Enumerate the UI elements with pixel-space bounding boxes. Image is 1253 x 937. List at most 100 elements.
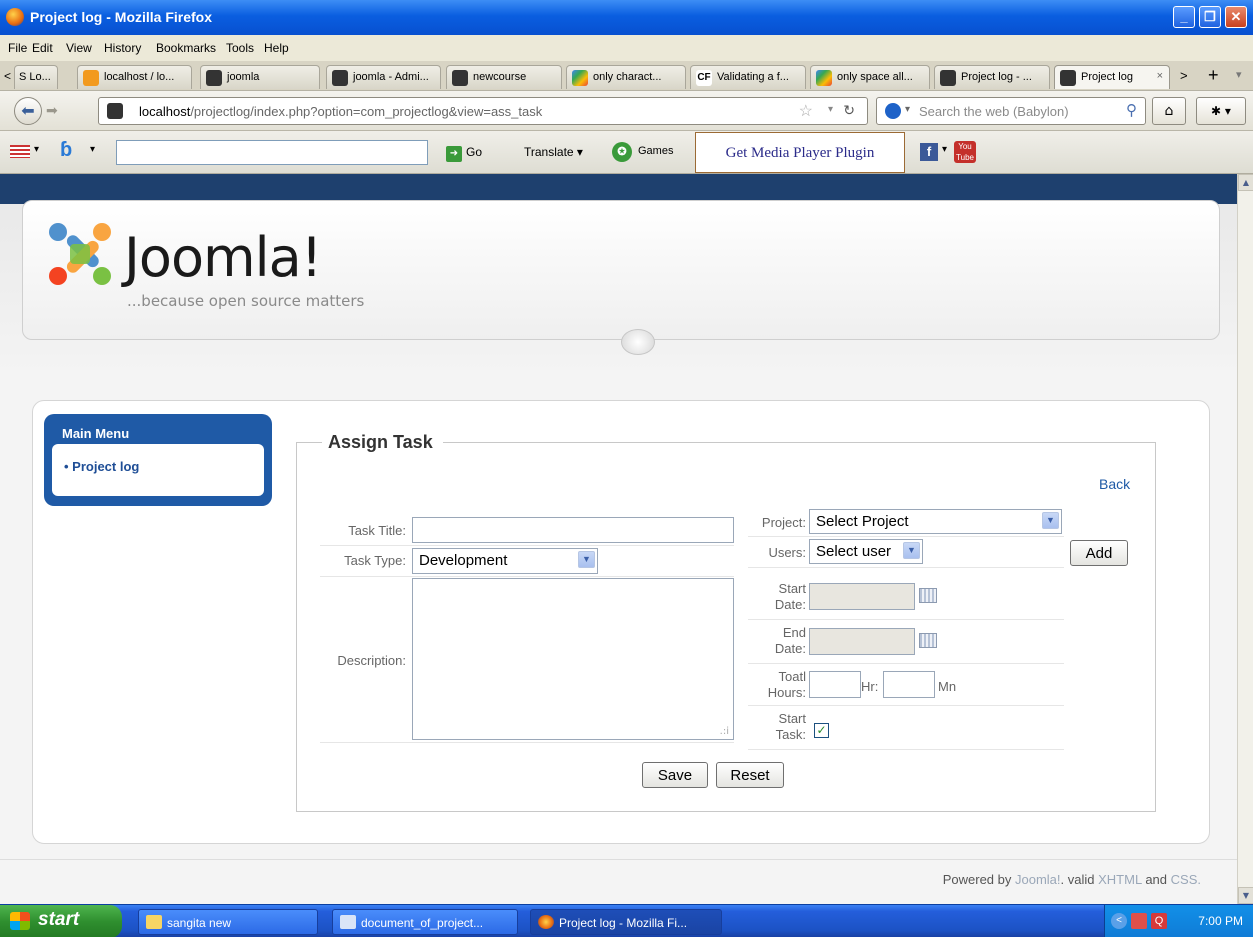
- go-button[interactable]: ➜ Go: [446, 145, 482, 162]
- windows-taskbar: start sangita new document_of_project...…: [0, 904, 1253, 937]
- chevron-down-icon: ▼: [1042, 512, 1059, 529]
- start-button[interactable]: start: [0, 905, 122, 937]
- babylon-logo-icon[interactable]: ɓ: [60, 139, 72, 162]
- menu-bar: File Edit View History Bookmarks Tools H…: [0, 35, 1253, 61]
- taskbar-item-folder[interactable]: sangita new: [138, 909, 318, 935]
- hours-input[interactable]: [809, 671, 861, 698]
- tab-bar: < S Lo... localhost / lo... joomla jooml…: [0, 61, 1253, 91]
- reset-button[interactable]: Reset: [716, 762, 784, 788]
- menu-edit[interactable]: Edit: [32, 41, 53, 55]
- back-link[interactable]: Back: [1099, 476, 1130, 492]
- toolbar-search-input[interactable]: [116, 140, 428, 165]
- vertical-scrollbar[interactable]: ▲ ▼: [1237, 174, 1253, 904]
- main-menu-title: Main Menu: [62, 426, 130, 441]
- menu-bookmarks[interactable]: Bookmarks: [156, 41, 216, 55]
- facebook-dropdown-icon[interactable]: ▾: [942, 144, 947, 155]
- close-button[interactable]: ✕: [1225, 6, 1247, 28]
- word-document-icon: [340, 915, 356, 929]
- scroll-down-icon[interactable]: ▼: [1238, 887, 1253, 904]
- tab-newcourse[interactable]: newcourse: [446, 65, 562, 89]
- addon-icon[interactable]: ✱ ▾: [1196, 97, 1246, 125]
- games-button[interactable]: Games: [638, 145, 673, 157]
- end-date-input[interactable]: [809, 628, 915, 655]
- translate-button[interactable]: Translate ▾: [524, 145, 583, 159]
- resize-grip-icon[interactable]: .:i: [720, 726, 729, 737]
- menu-view[interactable]: View: [66, 41, 92, 55]
- history-dropdown-icon[interactable]: ▾: [828, 104, 833, 115]
- maximize-button[interactable]: ❐: [1199, 6, 1221, 28]
- row-divider: [320, 742, 734, 743]
- tab-joomla[interactable]: joomla: [200, 65, 320, 89]
- facebook-icon[interactable]: f: [920, 143, 938, 161]
- save-button[interactable]: Save: [642, 762, 708, 788]
- menu-help[interactable]: Help: [264, 41, 289, 55]
- site-logo-text: Joomla!: [124, 226, 322, 289]
- taskbar-item-firefox[interactable]: Project log - Mozilla Fi...: [530, 909, 722, 935]
- minimize-button[interactable]: _: [1173, 6, 1195, 28]
- tab-list-icon[interactable]: ▾: [1236, 68, 1242, 81]
- tab-phpmyadmin[interactable]: localhost / lo...: [77, 65, 192, 89]
- row-divider: [748, 536, 1064, 537]
- babylon-icon: [885, 103, 901, 119]
- tray-expand-icon[interactable]: <: [1111, 913, 1127, 929]
- new-tab-icon[interactable]: +: [1208, 65, 1219, 86]
- joomla-link[interactable]: Joomla!: [1015, 872, 1061, 887]
- page-content: Joomla! ...because open source matters M…: [0, 174, 1237, 904]
- scroll-up-icon[interactable]: ▲: [1238, 174, 1253, 191]
- menu-history[interactable]: History: [104, 41, 141, 55]
- hr-label: Hr:: [861, 679, 879, 694]
- tray-app-icon[interactable]: [1131, 913, 1147, 929]
- tab-project-log-1[interactable]: Project log - ...: [934, 65, 1050, 89]
- tab-only-charact[interactable]: only charact...: [566, 65, 686, 89]
- minutes-input[interactable]: [883, 671, 935, 698]
- project-select[interactable]: Select Project ▼: [809, 509, 1062, 534]
- tab-close-icon[interactable]: ×: [1157, 70, 1163, 82]
- firefox-icon: [538, 915, 554, 929]
- task-title-label: Task Title:: [348, 523, 406, 538]
- url-bar[interactable]: localhost/projectlog/index.php?option=co…: [98, 97, 868, 125]
- tab-scroll-right-icon[interactable]: >: [1180, 68, 1188, 83]
- mn-label: Mn: [938, 679, 957, 694]
- start-task-checkbox[interactable]: ✓: [814, 723, 829, 738]
- calendar-icon[interactable]: [919, 588, 937, 603]
- tab-s-lo[interactable]: S Lo...: [14, 65, 58, 89]
- tab-only-space[interactable]: only space all...: [810, 65, 930, 89]
- css-link[interactable]: CSS.: [1171, 872, 1201, 887]
- menu-item-project-log[interactable]: • Project log: [64, 459, 139, 474]
- bookmark-star-icon[interactable]: ☆: [799, 101, 813, 121]
- description-textarea[interactable]: .:i: [412, 578, 734, 740]
- tab-project-log-active[interactable]: Project log ×: [1054, 65, 1170, 89]
- task-type-select[interactable]: Development ▼: [412, 548, 598, 574]
- add-user-button[interactable]: Add: [1070, 540, 1128, 566]
- start-task-label: Start Task:: [775, 711, 806, 742]
- joomla-favicon-icon: [940, 70, 956, 86]
- reload-icon[interactable]: ↻: [843, 102, 855, 119]
- back-arrow-icon[interactable]: ⬅: [14, 97, 42, 125]
- go-arrow-icon: ➜: [446, 146, 462, 162]
- menu-tools[interactable]: Tools: [226, 41, 254, 55]
- start-date-input[interactable]: [809, 583, 915, 610]
- media-player-plugin-button[interactable]: Get Media Player Plugin: [695, 132, 905, 173]
- tab-joomla-admin[interactable]: joomla - Admi...: [326, 65, 441, 89]
- row-divider: [748, 749, 1064, 750]
- tray-search-icon[interactable]: Q: [1151, 913, 1167, 929]
- youtube-icon[interactable]: You Tube: [954, 141, 976, 163]
- flag-dropdown-icon[interactable]: ▾: [34, 144, 39, 155]
- taskbar-item-document[interactable]: document_of_project...: [332, 909, 518, 935]
- system-tray: < Q 7:00 PM: [1104, 905, 1253, 937]
- calendar-icon[interactable]: [919, 633, 937, 648]
- search-box[interactable]: ▾ Search the web (Babylon) ⚲: [876, 97, 1146, 125]
- search-icon[interactable]: ⚲: [1126, 101, 1137, 119]
- menu-file[interactable]: File: [8, 41, 27, 55]
- tab-validating[interactable]: CF Validating a f...: [690, 65, 806, 89]
- pma-favicon-icon: [83, 70, 99, 86]
- babylon-dropdown-icon[interactable]: ▾: [90, 144, 95, 155]
- home-icon[interactable]: ⌂: [1152, 97, 1186, 125]
- flag-icon[interactable]: [10, 145, 30, 158]
- task-title-input[interactable]: [412, 517, 734, 543]
- search-engine-dropdown-icon[interactable]: ▾: [905, 104, 910, 115]
- tab-scroll-left-icon[interactable]: <: [4, 69, 11, 83]
- users-select[interactable]: Select user ▼: [809, 539, 923, 564]
- xhtml-link[interactable]: XHTML: [1098, 872, 1142, 887]
- forward-arrow-icon[interactable]: ➡: [46, 103, 58, 119]
